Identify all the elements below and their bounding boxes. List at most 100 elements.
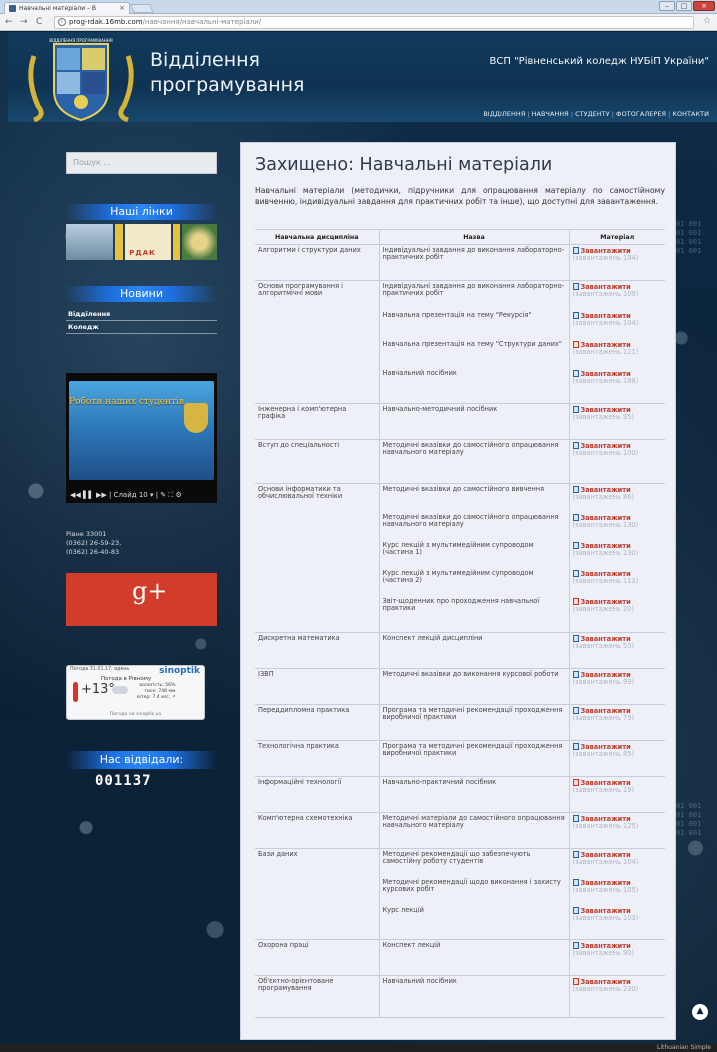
download-link[interactable]: Завантажити (завантажень 104)	[572, 851, 663, 879]
link-emblem[interactable]	[115, 224, 124, 260]
bookmark-star-icon[interactable]: ☆	[703, 16, 711, 26]
download-link[interactable]: Завантажити (завантажень 105)	[572, 879, 663, 907]
material-title-cell: Програма та методичні рекомендації прохо…	[378, 740, 569, 777]
decorative-background: 01 001 01 001 01 001 01 001	[676, 220, 702, 255]
download-count: (завантажень 104)	[572, 319, 639, 328]
link-emblem-2[interactable]	[172, 224, 181, 260]
word-file-icon	[572, 879, 579, 886]
footer: Lithuanian Simple	[0, 1044, 717, 1052]
material-title: Курс лекцій з мультимедійним супроводом …	[382, 569, 534, 585]
material-title: Методичні рекомендації що забезпечують с…	[382, 850, 531, 866]
download-count: (завантажень 19)	[572, 786, 635, 795]
download-link[interactable]: Завантажити (завантажень 230)	[572, 978, 663, 994]
material-download-cell: Завантажити (завантажень 53)	[568, 632, 665, 669]
nav-item-contacts[interactable]: КОНТАКТИ	[672, 110, 709, 118]
player-controls[interactable]: ◀◀ ▌▌ ▶▶ | Слайд 10 ▾ | ✎ ⛶ ⚙	[70, 491, 182, 500]
download-count: (завантажень 86)	[572, 493, 635, 502]
download-link[interactable]: Завантажити (завантажень 113)	[572, 570, 663, 598]
material-title-cell: Методичні матеріали до самостійного опра…	[378, 812, 569, 849]
new-tab-button[interactable]	[130, 4, 154, 13]
material-title: Програма та методичні рекомендації прохо…	[382, 706, 563, 722]
news-item-department[interactable]: Відділення	[66, 308, 217, 321]
download-link[interactable]: Завантажити (завантажень 188)	[572, 370, 663, 399]
download-link[interactable]: Завантажити (завантажень 53)	[572, 635, 663, 651]
column-header-discipline: Навчальна дисципліна	[255, 229, 379, 245]
download-link[interactable]: Завантажити (завантажень 109)	[572, 283, 663, 312]
download-count: (завантажень 100)	[572, 449, 639, 458]
word-file-icon	[572, 283, 579, 290]
forward-button[interactable]: →	[20, 16, 28, 28]
scroll-to-top-button[interactable]: ▲	[692, 1004, 708, 1020]
window-close-button[interactable]: ×	[693, 1, 715, 11]
download-link[interactable]: Завантажити (завантажень 100)	[572, 442, 663, 458]
material-title: Курс лекцій з мультимедійним супроводом …	[382, 541, 534, 557]
material-title: Звіт-щоденник про проходження навчальної…	[382, 597, 540, 613]
download-link[interactable]: Завантажити (завантажень 103)	[572, 907, 663, 935]
reload-button[interactable]: C	[36, 16, 42, 28]
material-title: Навчально-практичний посібник	[382, 778, 497, 786]
download-link[interactable]: Завантажити (завантажень 130)	[572, 514, 663, 542]
news-item-college[interactable]: Коледж	[66, 321, 217, 334]
emblem-icon	[184, 403, 208, 433]
download-link[interactable]: Завантажити (завантажень 95)	[572, 406, 663, 422]
sinoptik-logo[interactable]: sinoptik	[159, 666, 200, 676]
weather-temperature: +13°	[81, 682, 115, 697]
table-row: Переддипломна практика Програма та методи…	[255, 704, 665, 741]
window-controls: – □ ×	[659, 1, 715, 11]
url-path: /навчання/навчальні-матеріали/	[142, 18, 262, 26]
nav-item-study[interactable]: НАВЧАННЯ	[532, 110, 569, 118]
download-link[interactable]: Завантажити (завантажень 104)	[572, 312, 663, 341]
link-rdak-logo[interactable]: РДАК	[125, 224, 171, 260]
table-header-row: Навчальна дисципліна Назва Матеріал	[255, 229, 665, 245]
download-link[interactable]: Завантажити (завантажень 85)	[572, 743, 663, 759]
weather-footer-link[interactable]: Погода на sinoptik.ua	[67, 712, 204, 717]
download-link[interactable]: Завантажити (завантажень 90)	[572, 942, 663, 958]
browser-tab[interactable]: Навчальні матеріали – В ×	[4, 2, 130, 14]
download-link[interactable]: Завантажити (завантажень 20)	[572, 598, 663, 626]
download-link[interactable]: Завантажити (завантажень 130)	[572, 542, 663, 570]
column-header-material: Матеріал	[568, 229, 665, 245]
nav-item-department[interactable]: ВІДДІЛЕННЯ	[483, 110, 525, 118]
coat-of-arms-logo[interactable]: ВІДДІЛЕННЯ ПРОГРАМУВАННЯ	[26, 36, 136, 122]
download-link[interactable]: Завантажити (завантажень 19)	[572, 779, 663, 795]
material-download-cell: Завантажити (завантажень 79)	[568, 704, 665, 741]
download-link[interactable]: Завантажити (завантажень 86)	[572, 486, 663, 514]
tab-close-icon[interactable]: ×	[119, 3, 125, 14]
google-plus-button[interactable]: g+	[66, 573, 217, 626]
material-title: Курс лекцій	[382, 906, 424, 914]
material-title-cell: Конспект лекцій	[378, 939, 569, 976]
material-title: Методичні рекомендації щодо виконання і …	[382, 878, 561, 894]
download-count: (завантажень 113)	[572, 577, 639, 586]
download-link[interactable]: Завантажити (завантажень 79)	[572, 707, 663, 723]
back-button[interactable]: ←	[5, 16, 13, 28]
word-file-icon	[572, 671, 579, 678]
table-row: Дискретна математика Конспект лекцій дисц…	[255, 632, 665, 669]
search-input[interactable]: Пошук ...	[66, 152, 217, 174]
download-link[interactable]: Завантажити (завантажень 99)	[572, 671, 663, 687]
discipline-cell: Об'єктно-орієнтоване програмування	[255, 975, 379, 1018]
download-link[interactable]: Завантажити (завантажень 194)	[572, 247, 663, 263]
weather-widget[interactable]: Погода 31.01.17, вдень sinoptik Погода в…	[66, 665, 205, 720]
table-row: Алгоритми і структури даних Індивідуальні…	[255, 244, 665, 281]
site-title-line2: програмування	[150, 74, 305, 96]
weather-details: вологість: 56% тиск: 748 мм вітер: 7.4 м…	[137, 683, 176, 700]
main-nav: ВІДДІЛЕННЯ | НАВЧАННЯ | СТУДЕНТУ | ФОТОГАЛЕРЕЯ…	[483, 110, 709, 118]
slideshow-player[interactable]: Роботи наших студентів ◀◀ ▌▌ ▶▶ | Слайд …	[66, 373, 217, 503]
nav-item-students[interactable]: СТУДЕНТУ	[575, 110, 610, 118]
url-host: prog-rdak.16mb.com	[69, 18, 143, 26]
info-icon[interactable]: i	[58, 18, 66, 26]
word-file-icon	[572, 486, 579, 493]
word-file-icon	[572, 247, 579, 254]
minimize-button[interactable]: –	[659, 1, 675, 11]
word-file-icon	[572, 370, 579, 377]
link-college-photo[interactable]	[66, 224, 114, 260]
link-university-seal[interactable]	[182, 224, 217, 260]
discipline-cell: Технологічна практика	[255, 740, 379, 777]
site-title[interactable]: Відділення програмування	[150, 48, 305, 98]
address-bar: ← → C i prog-rdak.16mb.com/навчання/навч…	[0, 14, 717, 31]
url-input[interactable]: i prog-rdak.16mb.com/навчання/навчальні-…	[54, 16, 694, 29]
download-link[interactable]: Завантажити (завантажень 121)	[572, 341, 663, 370]
nav-item-gallery[interactable]: ФОТОГАЛЕРЕЯ	[616, 110, 666, 118]
maximize-button[interactable]: □	[676, 1, 692, 11]
download-link[interactable]: Завантажити (завантажень 125)	[572, 815, 663, 831]
